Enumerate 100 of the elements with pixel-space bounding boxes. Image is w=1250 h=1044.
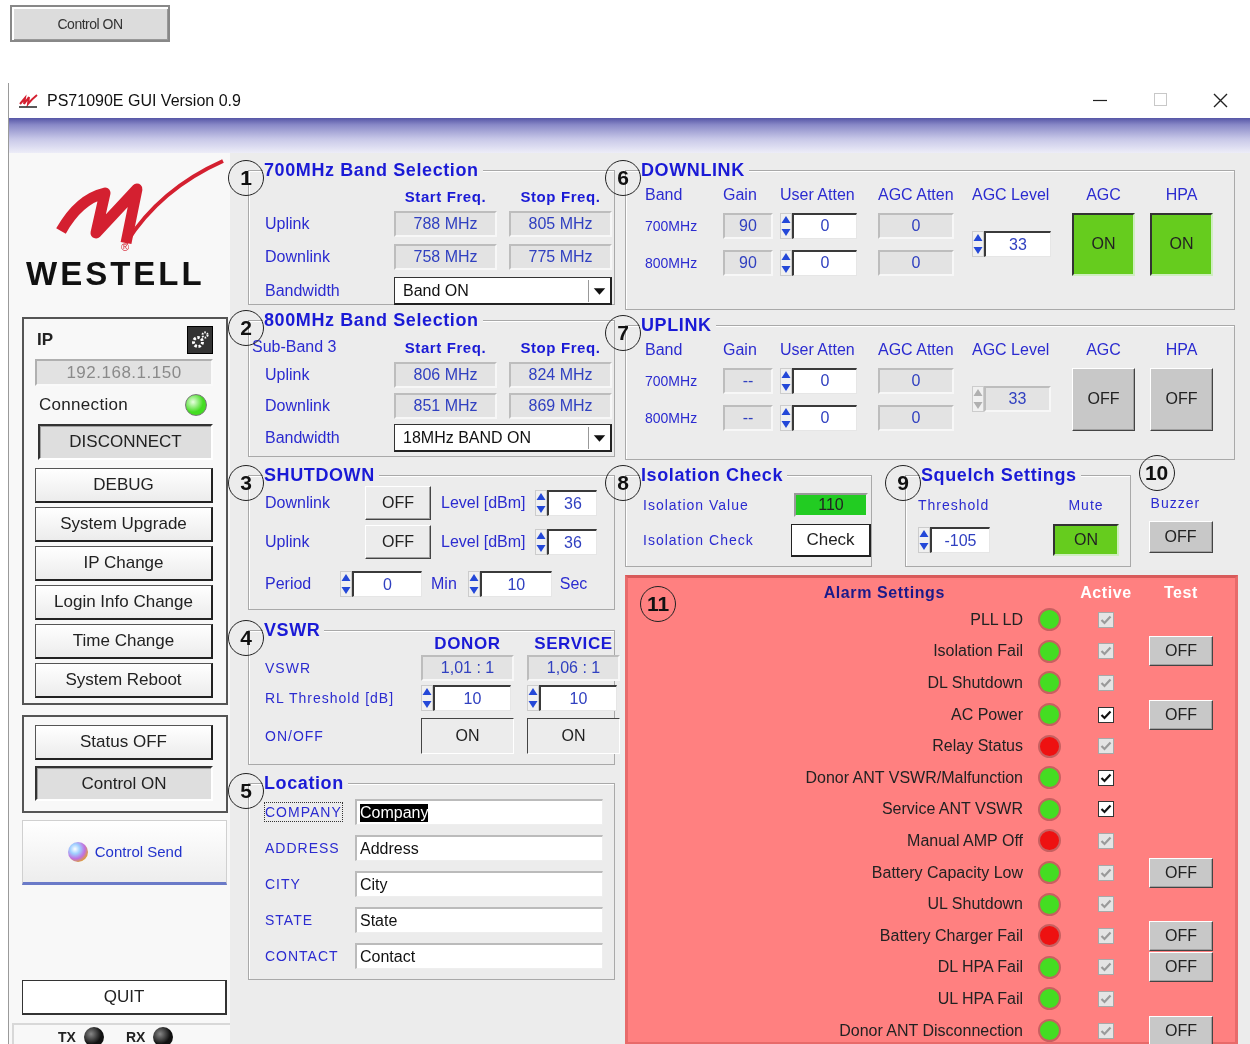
input-field[interactable]: 10 xyxy=(539,685,617,711)
dropdown[interactable]: Band ON xyxy=(394,277,612,305)
send-button[interactable]: Control Send xyxy=(22,820,227,885)
sphere-icon xyxy=(66,840,89,863)
spinner-icon[interactable] xyxy=(918,527,930,553)
spinner-icon[interactable] xyxy=(527,685,539,711)
column-header: DONOR xyxy=(433,634,502,654)
alarm-name: Manual AMP Off xyxy=(907,831,1023,850)
column-header: User Atten xyxy=(780,186,856,204)
row-label: RL Threshold [dB] xyxy=(265,690,396,706)
toggle-button[interactable]: ON xyxy=(1053,524,1119,556)
row-label: Isolation Value xyxy=(643,497,750,513)
mode-button[interactable]: Control ON xyxy=(35,766,213,801)
readonly-field: 90 xyxy=(723,212,773,239)
menu-button[interactable]: Login Info Change xyxy=(35,585,213,620)
column-header: Start Freq. xyxy=(403,338,488,356)
toggle-button[interactable]: OFF xyxy=(1072,367,1135,431)
column-header: Band xyxy=(645,186,684,204)
row-label: Downlink xyxy=(265,494,331,512)
column-header: AGC Atten xyxy=(878,341,955,359)
row-label: VSWR xyxy=(265,660,312,676)
spinner-icon[interactable] xyxy=(780,404,792,431)
column-header: Buzzer xyxy=(1150,495,1202,511)
input-field[interactable]: Company xyxy=(355,799,603,825)
indicator-label: RX xyxy=(125,1029,146,1044)
disconnect-button[interactable]: DISCONNECT xyxy=(38,424,213,460)
close-icon[interactable] xyxy=(1212,93,1228,108)
settings-button[interactable] xyxy=(187,326,213,354)
spinner-icon[interactable] xyxy=(467,571,480,597)
toggle-button[interactable]: ON xyxy=(421,718,514,754)
input-field[interactable]: 36 xyxy=(547,529,598,555)
column-header: Stop Freq. xyxy=(519,338,602,356)
menu-button[interactable]: Time Change xyxy=(35,624,213,659)
toggle-button[interactable]: ON xyxy=(1072,212,1135,276)
dropdown[interactable]: 18MHz BAND ON xyxy=(394,424,612,452)
menu-button[interactable]: System Upgrade xyxy=(35,507,213,542)
input-field[interactable]: 0 xyxy=(352,571,422,597)
readonly-field: 0 xyxy=(878,212,954,239)
spinner-icon[interactable] xyxy=(780,367,792,394)
spinner-icon[interactable] xyxy=(340,571,352,597)
checkbox[interactable] xyxy=(1098,706,1114,723)
alarm-name: Battery Capacity Low xyxy=(871,863,1023,882)
column-header: Active xyxy=(1080,584,1132,602)
input-field[interactable]: 33 xyxy=(984,231,1051,257)
toggle-button[interactable]: ON xyxy=(1150,212,1213,276)
spinner-icon[interactable] xyxy=(535,529,548,555)
input-field[interactable]: State xyxy=(355,907,603,933)
toggle-button[interactable]: OFF xyxy=(365,525,431,559)
toggle-button[interactable]: OFF xyxy=(1148,521,1213,553)
logo-text: WESTELL xyxy=(26,259,205,289)
spinner-icon[interactable] xyxy=(780,212,792,239)
readonly-field: 110 xyxy=(794,493,868,517)
input-field[interactable]: City xyxy=(355,871,603,897)
band-label: 700MHz xyxy=(645,372,699,389)
input-field[interactable]: 10 xyxy=(479,571,552,597)
input-field[interactable]: 10 xyxy=(433,685,511,711)
toggle-button[interactable]: OFF xyxy=(365,486,431,520)
input-field[interactable]: 0 xyxy=(792,367,857,394)
menu-button[interactable]: DEBUG xyxy=(35,468,213,503)
column-header: AGC Level xyxy=(972,186,1051,204)
input-field[interactable]: 36 xyxy=(547,490,598,516)
input-field[interactable]: 0 xyxy=(792,404,857,431)
input-field[interactable]: 0 xyxy=(792,249,857,276)
column-header: HPA xyxy=(1164,341,1199,359)
level-label: Level [dBm] xyxy=(441,533,526,551)
readonly-field: 805 MHz xyxy=(509,210,612,237)
readonly-field: 1,06 : 1 xyxy=(527,655,620,681)
unit-label: Sec xyxy=(559,575,588,593)
column-header: Threshold xyxy=(918,497,991,513)
menu-button[interactable]: System Reboot xyxy=(35,663,213,698)
test-button[interactable]: OFF xyxy=(1149,699,1213,730)
menu-button[interactable]: IP Change xyxy=(35,546,213,581)
row-label: Bandwidth xyxy=(265,282,341,300)
checkbox[interactable] xyxy=(1098,769,1114,786)
alarm-name: Relay Status xyxy=(932,737,1023,756)
input-field[interactable]: Address xyxy=(355,835,603,861)
toggle-button[interactable]: ON xyxy=(527,718,620,754)
spinner-icon[interactable] xyxy=(535,490,548,516)
column-header: Start Freq. xyxy=(403,187,488,205)
input-field[interactable]: -105 xyxy=(930,527,990,553)
control-button[interactable]: Control ON xyxy=(10,5,170,42)
input-field[interactable]: Contact xyxy=(355,943,603,969)
alarm-name: Donor ANT VSWR/Malfunction xyxy=(805,768,1023,787)
spinner-icon[interactable] xyxy=(780,249,792,276)
column-header: Stop Freq. xyxy=(519,187,602,205)
mode-button[interactable]: Status OFF xyxy=(35,725,213,760)
column-header: AGC xyxy=(1085,341,1122,359)
input-field[interactable]: 0 xyxy=(792,212,857,239)
alarm-name: UL HPA Fail xyxy=(937,989,1023,1008)
checkbox[interactable] xyxy=(1098,801,1114,818)
toggle-button[interactable]: OFF xyxy=(1150,367,1213,431)
registered-mark: ® xyxy=(121,241,130,253)
spinner-icon[interactable] xyxy=(421,685,433,711)
spinner-icon[interactable] xyxy=(972,231,984,257)
column-header: Gain xyxy=(723,341,758,359)
field-label: ADDRESS xyxy=(265,839,340,857)
check-button[interactable]: Check xyxy=(791,523,871,557)
unit-label: Min xyxy=(431,575,457,593)
quit-button[interactable]: QUIT xyxy=(22,980,227,1015)
gear-icon xyxy=(190,330,210,350)
